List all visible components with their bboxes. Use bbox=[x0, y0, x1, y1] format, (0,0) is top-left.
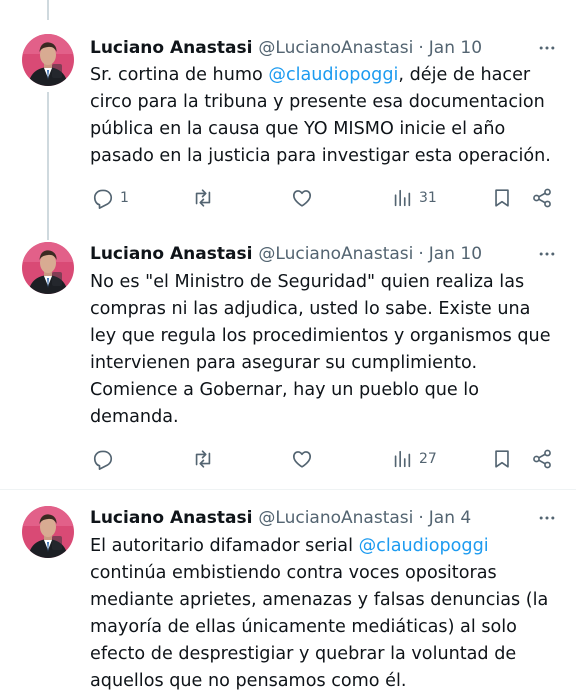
author-name[interactable]: Luciano Anastasi bbox=[90, 508, 252, 528]
like-button[interactable] bbox=[291, 445, 313, 473]
author-handle[interactable]: @LucianoAnastasi bbox=[258, 38, 413, 58]
reply-icon bbox=[93, 189, 113, 209]
tweet-text-part: No es "el Ministro de Seguridad" quien r… bbox=[90, 272, 551, 427]
share-icon bbox=[533, 188, 551, 208]
tweet-text: Sr. cortina de humo @claudiopoggi, déje … bbox=[90, 62, 570, 170]
tweet-separator bbox=[0, 489, 576, 490]
views-button[interactable]: 31 bbox=[391, 184, 437, 212]
tweet-text-part: continúa embistiendo contra voces oposit… bbox=[90, 563, 549, 691]
share-button[interactable] bbox=[531, 445, 553, 473]
tweet-text-part: El autoritario difamador serial bbox=[90, 536, 359, 556]
views-icon bbox=[394, 189, 411, 207]
author-handle[interactable]: @LucianoAnastasi bbox=[258, 508, 413, 528]
tweet-date[interactable]: Jan 10 bbox=[429, 38, 482, 58]
tweet-actions: 27 bbox=[90, 445, 560, 473]
author-name[interactable]: Luciano Anastasi bbox=[90, 244, 252, 264]
tweet[interactable]: Luciano Anastasi @LucianoAnastasi · Jan … bbox=[0, 0, 576, 240]
separator-dot: · bbox=[418, 508, 424, 528]
share-button[interactable] bbox=[531, 184, 553, 212]
bookmark-button[interactable] bbox=[491, 445, 513, 473]
like-icon bbox=[292, 451, 312, 468]
bookmark-icon bbox=[495, 189, 509, 207]
views-icon bbox=[394, 450, 411, 468]
repost-button[interactable] bbox=[192, 445, 214, 473]
repost-button[interactable] bbox=[192, 184, 214, 212]
bookmark-button[interactable] bbox=[491, 184, 513, 212]
mention-link[interactable]: @claudiopoggi bbox=[268, 65, 398, 85]
avatar[interactable] bbox=[22, 506, 74, 558]
tweet-text: No es "el Ministro de Seguridad" quien r… bbox=[90, 269, 570, 431]
avatar[interactable] bbox=[22, 34, 74, 86]
tweet[interactable]: Luciano Anastasi @LucianoAnastasi · Jan … bbox=[0, 506, 576, 696]
tweet-feed: Luciano Anastasi @LucianoAnastasi · Jan … bbox=[0, 0, 576, 696]
separator-dot: · bbox=[418, 244, 424, 264]
reply-icon bbox=[93, 450, 113, 470]
mention-link[interactable]: @claudiopoggi bbox=[359, 536, 489, 556]
tweet[interactable]: Luciano Anastasi @LucianoAnastasi · Jan … bbox=[0, 242, 576, 486]
avatar-image bbox=[22, 242, 74, 294]
more-horizontal-icon[interactable] bbox=[534, 242, 560, 266]
avatar-image bbox=[22, 506, 74, 558]
avatar-image bbox=[22, 34, 74, 86]
reply-button[interactable] bbox=[92, 445, 114, 473]
avatar[interactable] bbox=[22, 242, 74, 294]
tweet-header: Luciano Anastasi @LucianoAnastasi · Jan … bbox=[90, 36, 560, 60]
tweet-header: Luciano Anastasi @LucianoAnastasi · Jan … bbox=[90, 506, 560, 530]
separator-dot: · bbox=[418, 38, 424, 58]
tweet-text-part: Sr. cortina de humo bbox=[90, 65, 269, 85]
repost-icon bbox=[195, 189, 211, 207]
tweet-header: Luciano Anastasi @LucianoAnastasi · Jan … bbox=[90, 242, 560, 266]
views-count: 31 bbox=[419, 190, 437, 206]
bookmark-icon bbox=[495, 450, 509, 468]
more-horizontal-icon[interactable] bbox=[534, 506, 560, 530]
reply-button[interactable]: 1 bbox=[92, 184, 129, 212]
views-count: 27 bbox=[419, 451, 437, 467]
more-horizontal-icon[interactable] bbox=[534, 36, 560, 60]
tweet-actions: 1 31 bbox=[90, 184, 560, 212]
tweet-date[interactable]: Jan 4 bbox=[429, 508, 471, 528]
tweet-date[interactable]: Jan 10 bbox=[429, 244, 482, 264]
tweet-text: El autoritario difamador serial @claudio… bbox=[90, 533, 570, 695]
thread-line bbox=[47, 92, 49, 240]
thread-line bbox=[47, 0, 49, 20]
reply-count: 1 bbox=[120, 190, 129, 206]
like-icon bbox=[292, 190, 312, 207]
like-button[interactable] bbox=[291, 184, 313, 212]
author-handle[interactable]: @LucianoAnastasi bbox=[258, 244, 413, 264]
author-name[interactable]: Luciano Anastasi bbox=[90, 38, 252, 58]
share-icon bbox=[533, 449, 551, 469]
repost-icon bbox=[195, 450, 211, 468]
views-button[interactable]: 27 bbox=[391, 445, 437, 473]
